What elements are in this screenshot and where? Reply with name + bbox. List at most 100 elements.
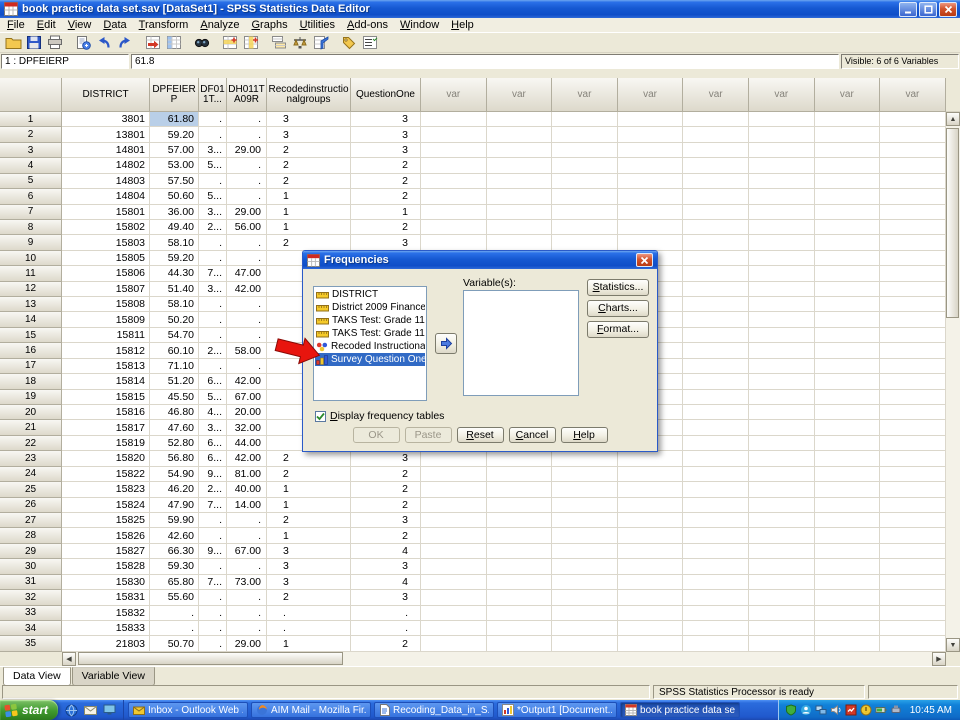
save-icon[interactable] bbox=[24, 34, 44, 52]
cell[interactable]: 58.00 bbox=[227, 343, 267, 358]
cell[interactable]: 15822 bbox=[62, 467, 150, 482]
cell[interactable]: 2... bbox=[199, 343, 227, 358]
cell[interactable]: 44.30 bbox=[150, 266, 199, 281]
cell[interactable]: 56.80 bbox=[150, 451, 199, 466]
cell-empty[interactable] bbox=[880, 343, 946, 358]
menu-transform[interactable]: Transform bbox=[133, 18, 195, 32]
cell-empty[interactable] bbox=[683, 251, 749, 266]
cell[interactable]: 9... bbox=[199, 544, 227, 559]
cell[interactable]: 14803 bbox=[62, 174, 150, 189]
cell[interactable]: 9... bbox=[199, 467, 227, 482]
cell-empty[interactable] bbox=[880, 405, 946, 420]
cell-empty[interactable] bbox=[618, 174, 684, 189]
cell-empty[interactable] bbox=[552, 220, 618, 235]
row-header[interactable]: 20 bbox=[0, 405, 62, 420]
cell-empty[interactable] bbox=[552, 498, 618, 513]
cell-empty[interactable] bbox=[880, 590, 946, 605]
cell-empty[interactable] bbox=[683, 112, 749, 127]
cell-empty[interactable] bbox=[683, 205, 749, 220]
cell[interactable]: 3 bbox=[267, 127, 351, 142]
cell[interactable]: 7... bbox=[199, 575, 227, 590]
cell-empty[interactable] bbox=[749, 390, 815, 405]
cell-empty[interactable] bbox=[683, 220, 749, 235]
maximize-button[interactable] bbox=[919, 2, 937, 17]
cell-editor[interactable]: 61.8 bbox=[131, 54, 839, 69]
cell-empty[interactable] bbox=[552, 575, 618, 590]
cell-empty[interactable] bbox=[421, 528, 487, 543]
cell-empty[interactable] bbox=[815, 174, 881, 189]
cell-empty[interactable] bbox=[683, 636, 749, 651]
menu-add-ons[interactable]: Add-ons bbox=[341, 18, 394, 32]
cell-empty[interactable] bbox=[880, 297, 946, 312]
cell-empty[interactable] bbox=[683, 189, 749, 204]
cell[interactable]: 46.80 bbox=[150, 405, 199, 420]
tray-usb-icon[interactable] bbox=[890, 704, 903, 717]
row-header[interactable]: 4 bbox=[0, 158, 62, 173]
cell[interactable]: 14802 bbox=[62, 158, 150, 173]
cell-empty[interactable] bbox=[749, 312, 815, 327]
cell-empty[interactable] bbox=[683, 158, 749, 173]
row-header[interactable]: 28 bbox=[0, 528, 62, 543]
cell[interactable]: 51.40 bbox=[150, 282, 199, 297]
cell-empty[interactable] bbox=[815, 467, 881, 482]
cell[interactable]: . bbox=[199, 235, 227, 250]
cell[interactable]: 1 bbox=[267, 220, 351, 235]
cell[interactable]: 47.00 bbox=[227, 266, 267, 281]
cell-empty[interactable] bbox=[749, 158, 815, 173]
cell[interactable]: 2 bbox=[267, 143, 351, 158]
cell[interactable]: . bbox=[227, 606, 267, 621]
cell[interactable]: 1 bbox=[267, 498, 351, 513]
row-header[interactable]: 15 bbox=[0, 328, 62, 343]
cell[interactable]: 2 bbox=[351, 498, 421, 513]
cell-empty[interactable] bbox=[749, 174, 815, 189]
cell-empty[interactable] bbox=[552, 189, 618, 204]
cell-empty[interactable] bbox=[880, 312, 946, 327]
cell-empty[interactable] bbox=[683, 451, 749, 466]
cell-empty[interactable] bbox=[487, 112, 553, 127]
cell[interactable]: 65.80 bbox=[150, 575, 199, 590]
cell-empty[interactable] bbox=[421, 451, 487, 466]
cell-empty[interactable] bbox=[815, 266, 881, 281]
ql-desktop-icon[interactable] bbox=[102, 703, 117, 718]
cell-empty[interactable] bbox=[683, 544, 749, 559]
menu-edit[interactable]: Edit bbox=[31, 18, 62, 32]
cell[interactable]: . bbox=[199, 297, 227, 312]
cell-empty[interactable] bbox=[618, 621, 684, 636]
cell-empty[interactable] bbox=[618, 467, 684, 482]
cell-empty[interactable] bbox=[487, 143, 553, 158]
cell[interactable]: 3801 bbox=[62, 112, 150, 127]
charts-button[interactable]: Charts... bbox=[587, 300, 649, 317]
cell[interactable]: 4 bbox=[351, 544, 421, 559]
cell-empty[interactable] bbox=[880, 436, 946, 451]
cell[interactable]: 51.20 bbox=[150, 374, 199, 389]
cell-empty[interactable] bbox=[749, 528, 815, 543]
column-header-dh011ta09r[interactable]: DH011TA09R bbox=[227, 78, 267, 112]
cell-empty[interactable] bbox=[749, 189, 815, 204]
cell-empty[interactable] bbox=[749, 143, 815, 158]
cell-empty[interactable] bbox=[880, 266, 946, 281]
cell[interactable]: 15801 bbox=[62, 205, 150, 220]
split-file-icon[interactable] bbox=[269, 34, 289, 52]
menu-view[interactable]: View bbox=[62, 18, 98, 32]
cell[interactable]: . bbox=[199, 328, 227, 343]
cell[interactable]: 3... bbox=[199, 205, 227, 220]
cell-empty[interactable] bbox=[880, 158, 946, 173]
cell[interactable]: 15825 bbox=[62, 513, 150, 528]
insert-cases-icon[interactable] bbox=[220, 34, 240, 52]
move-variable-button[interactable] bbox=[435, 333, 457, 354]
row-header[interactable]: 5 bbox=[0, 174, 62, 189]
recall-dialog-icon[interactable] bbox=[73, 34, 93, 52]
cell-empty[interactable] bbox=[421, 544, 487, 559]
vertical-scroll-thumb[interactable] bbox=[946, 128, 959, 318]
cell-empty[interactable] bbox=[552, 513, 618, 528]
cell-empty[interactable] bbox=[552, 112, 618, 127]
reset-button[interactable]: Reset bbox=[457, 427, 504, 443]
cell-empty[interactable] bbox=[683, 575, 749, 590]
row-header[interactable]: 19 bbox=[0, 390, 62, 405]
cell[interactable]: . bbox=[227, 297, 267, 312]
menu-help[interactable]: Help bbox=[445, 18, 480, 32]
cell[interactable]: 15832 bbox=[62, 606, 150, 621]
cell[interactable]: 3 bbox=[351, 235, 421, 250]
cell[interactable]: 29.00 bbox=[227, 636, 267, 651]
cell[interactable]: 2 bbox=[267, 513, 351, 528]
